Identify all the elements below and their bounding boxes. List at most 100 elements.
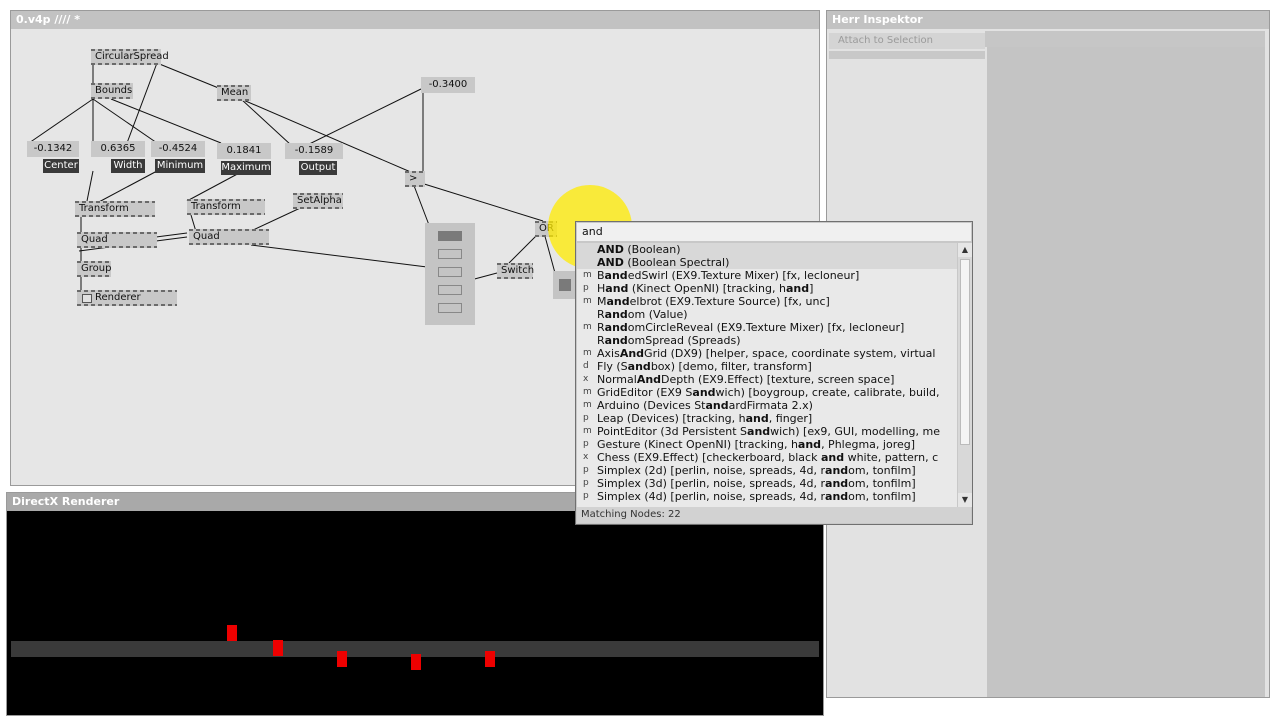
transform-node-2[interactable]: Transform	[187, 199, 265, 215]
node-type-marker: m	[583, 387, 592, 397]
bounds-node[interactable]: Bounds	[91, 83, 133, 99]
inspector-header-pane	[985, 31, 1265, 47]
matching-nodes-count: Matching Nodes: 22	[577, 507, 971, 523]
spread-slot[interactable]	[438, 285, 462, 295]
renderer-node[interactable]: Renderer	[77, 290, 177, 306]
node-list-item[interactable]: p Leap (Devices) [tracking, hand, finger]	[577, 412, 957, 425]
node-list-item-label: Chess (EX9.Effect) [checkerboard, black …	[597, 451, 939, 464]
value-box-minimum[interactable]: -0.4524	[151, 141, 205, 157]
node-type-marker: p	[583, 439, 589, 449]
node-list-item[interactable]: p Simplex (2d) [perlin, noise, spreads, 4…	[577, 464, 957, 477]
node-type-marker: x	[583, 374, 589, 384]
transform-node-1[interactable]: Transform	[75, 201, 155, 217]
node-browser[interactable]: and AND (Boolean) AND (Boolean Spectral) m…	[575, 221, 973, 525]
render-quad	[411, 654, 421, 670]
node-type-marker: p	[583, 413, 589, 423]
toggle-indicator	[559, 279, 571, 291]
node-list-item-label: AND (Boolean)	[597, 243, 681, 256]
node-type-marker: p	[583, 478, 589, 488]
node-list-item[interactable]: m Mandelbrot (EX9.Texture Source) [fx, un…	[577, 295, 957, 308]
node-list-item[interactable]: p Simplex (4d) [perlin, noise, spreads, 4…	[577, 490, 957, 503]
node-list-item-label: Simplex (2d) [perlin, noise, spreads, 4d…	[597, 464, 916, 477]
label-minimum: Minimum	[155, 159, 205, 173]
node-list-item-label: Mandelbrot (EX9.Texture Source) [fx, unc…	[597, 295, 830, 308]
node-type-marker: m	[583, 400, 592, 410]
circularspread-node[interactable]: CircularSpread	[91, 49, 169, 65]
node-search-input[interactable]: and	[577, 223, 971, 241]
node-type-marker: p	[583, 465, 589, 475]
node-list-scrollbar[interactable]: ▲ ▼	[958, 243, 972, 507]
switch-input-spread[interactable]	[425, 223, 475, 325]
node-list-item[interactable]: x Chess (EX9.Effect) [checkerboard, black…	[577, 451, 957, 464]
node-list-item[interactable]: d Fly (Sandbox) [demo, filter, transform]	[577, 360, 957, 373]
render-quad	[227, 625, 237, 641]
node-list-item-label: Gesture (Kinect OpenNI) [tracking, hand,…	[597, 438, 916, 451]
inspector-title-label: Herr Inspektor	[832, 13, 923, 26]
node-list-item-label: RandomSpread (Spreads)	[597, 334, 741, 347]
label-width: Width	[111, 159, 145, 173]
setalpha-node[interactable]: SetAlpha	[293, 193, 343, 209]
label-output: Output	[299, 161, 337, 175]
switch-node[interactable]: Switch	[497, 263, 534, 279]
node-list[interactable]: AND (Boolean) AND (Boolean Spectral) m Band…	[577, 243, 957, 507]
node-list-item-label: BandedSwirl (EX9.Texture Mixer) [fx, lec…	[597, 269, 860, 282]
renderer-node-label: Renderer	[95, 292, 141, 303]
inspector-values-pane[interactable]	[987, 47, 1265, 697]
node-list-item[interactable]: RandomSpread (Spreads)	[577, 334, 957, 347]
node-list-item-label: Arduino (Devices StandardFirmata 2.x)	[597, 399, 813, 412]
scroll-up-icon[interactable]: ▲	[958, 243, 972, 257]
node-list-item[interactable]: AND (Boolean Spectral)	[577, 256, 957, 269]
group-node[interactable]: Group	[77, 261, 111, 277]
node-list-item[interactable]: x NormalAndDepth (EX9.Effect) [texture, s…	[577, 373, 957, 386]
node-list-item-label: Leap (Devices) [tracking, hand, finger]	[597, 412, 813, 425]
greater-than-node[interactable]: >	[405, 171, 425, 187]
node-type-marker: x	[583, 452, 589, 462]
render-quad	[337, 651, 347, 667]
label-center: Center	[43, 159, 79, 173]
node-list-item[interactable]: m AxisAndGrid (DX9) [helper, space, coord…	[577, 347, 957, 360]
node-list-item[interactable]: p Gesture (Kinect OpenNI) [tracking, hand…	[577, 438, 957, 451]
renderer-checkbox-icon	[82, 294, 92, 303]
node-type-marker: p	[583, 283, 589, 293]
node-type-marker: m	[583, 426, 592, 436]
node-list-item[interactable]: p Simplex (3d) [perlin, noise, spreads, 4…	[577, 477, 957, 490]
node-list-item-label: AND (Boolean Spectral)	[597, 256, 730, 269]
node-type-marker: p	[583, 491, 589, 501]
node-list-item[interactable]: AND (Boolean)	[577, 243, 957, 256]
node-list-item-label: Fly (Sandbox) [demo, filter, transform]	[597, 360, 812, 373]
node-list-item-label: GridEditor (EX9 Sandwich) [boygroup, cre…	[597, 386, 940, 399]
node-list-item[interactable]: m RandomCircleReveal (EX9.Texture Mixer) …	[577, 321, 957, 334]
node-list-item-label: NormalAndDepth (EX9.Effect) [texture, sc…	[597, 373, 895, 386]
node-list-item[interactable]: m PointEditor (3d Persistent Sandwich) [e…	[577, 425, 957, 438]
spread-slot[interactable]	[438, 303, 462, 313]
spread-slot[interactable]	[438, 249, 462, 259]
mean-node[interactable]: Mean	[217, 85, 251, 101]
node-list-item[interactable]: p Hand (Kinect OpenNI) [tracking, hand]	[577, 282, 957, 295]
node-list-item[interactable]: m GridEditor (EX9 Sandwich) [boygroup, cr…	[577, 386, 957, 399]
value-box-output[interactable]: -0.1589	[285, 143, 343, 159]
value-box-top[interactable]: -0.3400	[421, 77, 475, 93]
node-list-item[interactable]: Random (Value)	[577, 308, 957, 321]
quad-node-2[interactable]: Quad	[189, 229, 269, 245]
or-output-box[interactable]	[553, 271, 577, 299]
directx-renderer-window[interactable]: DirectX Renderer	[6, 492, 824, 716]
value-box-maximum[interactable]: 0.1841	[217, 143, 271, 159]
spread-slot-selected[interactable]	[438, 231, 462, 241]
value-box-width[interactable]: 0.6365	[91, 141, 145, 157]
node-list-item-label: AxisAndGrid (DX9) [helper, space, coordi…	[597, 347, 936, 360]
render-quad	[485, 651, 495, 667]
spread-slot[interactable]	[438, 267, 462, 277]
node-list-item-label: Simplex (3d) [perlin, noise, spreads, 4d…	[597, 477, 916, 490]
quad-node-1[interactable]: Quad	[77, 232, 157, 248]
node-type-marker: m	[583, 270, 592, 280]
scroll-thumb[interactable]	[960, 259, 970, 445]
node-list-item-label: Simplex (4d) [perlin, noise, spreads, 4d…	[597, 490, 916, 503]
node-list-item-label: PointEditor (3d Persistent Sandwich) [ex…	[597, 425, 941, 438]
scroll-down-icon[interactable]: ▼	[958, 493, 972, 507]
node-list-item[interactable]: m BandedSwirl (EX9.Texture Mixer) [fx, le…	[577, 269, 957, 282]
node-list-item[interactable]: m Arduino (Devices StandardFirmata 2.x)	[577, 399, 957, 412]
attach-to-selection-toggle[interactable]: Attach to Selection	[829, 33, 985, 49]
node-type-marker: m	[583, 348, 592, 358]
value-box-center[interactable]: -0.1342	[27, 141, 79, 157]
label-maximum: Maximum	[221, 161, 271, 175]
